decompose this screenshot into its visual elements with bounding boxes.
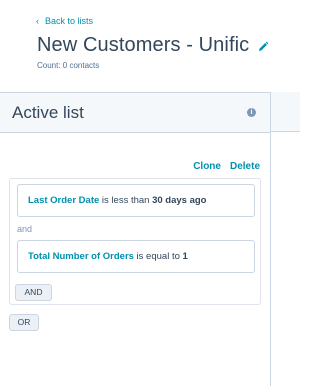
side-panel-edge <box>271 92 300 132</box>
contact-count: Count: 0 contacts <box>37 61 100 70</box>
delete-button[interactable]: Delete <box>230 161 260 172</box>
clone-button[interactable]: Clone <box>193 161 221 172</box>
filter-property: Total Number of Orders <box>28 251 134 262</box>
active-list-panel: Active list i Clone Delete Last Order Da… <box>0 92 271 386</box>
list-actions: Clone Delete <box>193 161 260 172</box>
back-to-lists-link[interactable]: ‹ Back to lists <box>36 16 93 26</box>
panel-title: Active list <box>12 103 84 122</box>
add-or-filter-button[interactable]: OR <box>9 314 39 331</box>
filter-value: 1 <box>182 251 188 262</box>
filter-property: Last Order Date <box>28 195 100 206</box>
title-row: New Customers - Unific <box>37 34 269 57</box>
info-icon[interactable]: i <box>247 108 256 117</box>
filter-total-orders[interactable]: Total Number of Orders is equal to 1 <box>17 240 255 273</box>
filter-group: Last Order Date is less than 30 days ago… <box>9 178 261 305</box>
filter-operator: is equal to <box>133 251 183 262</box>
chevron-left-icon: ‹ <box>36 16 39 26</box>
panel-header: Active list i <box>0 93 270 133</box>
page-title: New Customers - Unific <box>37 34 250 56</box>
filter-operator: is less than <box>99 195 153 206</box>
filter-last-order-date[interactable]: Last Order Date is less than 30 days ago <box>17 184 255 217</box>
and-connector: and <box>17 224 33 234</box>
list-page: ‹ Back to lists New Customers - Unific C… <box>0 0 300 386</box>
add-and-filter-button[interactable]: AND <box>15 284 52 301</box>
filter-value: 30 days ago <box>152 195 207 206</box>
back-to-lists-label: Back to lists <box>45 16 94 26</box>
pencil-icon[interactable] <box>257 40 269 52</box>
